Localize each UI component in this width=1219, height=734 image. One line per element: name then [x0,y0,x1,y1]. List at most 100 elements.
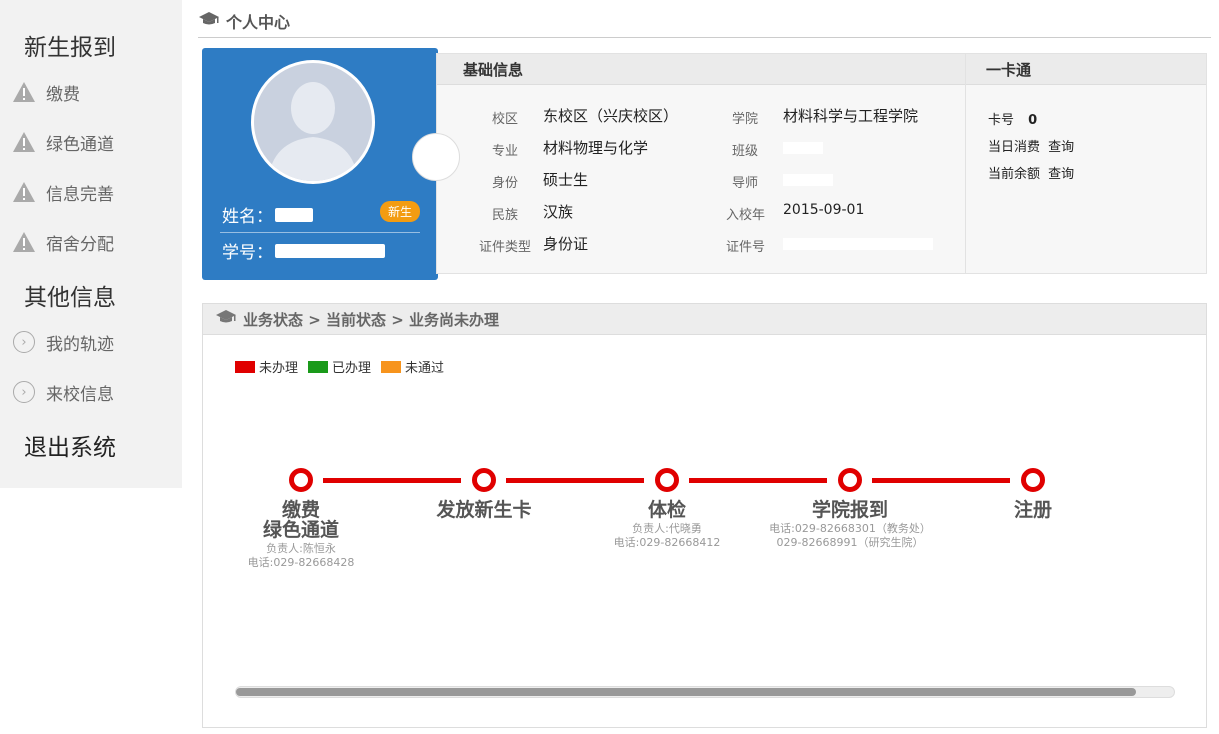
progress-line [323,478,461,483]
sidebar-group-other-title: 其他信息 [24,285,116,311]
chevron-circle-icon: › [12,330,36,354]
sidebar-item-info-complete[interactable]: 信息完善 [12,177,114,207]
sidebar-item-label: 宿舍分配 [46,234,114,255]
sidebar-item-dorm[interactable]: 宿舍分配 [12,227,114,257]
stage-college: 学院报到 电话:029-82668301（教务处） 029-82668991（研… [750,500,950,550]
stage-phone: 电话:029-82668428 [247,556,355,569]
divider [220,232,420,233]
daily-spend-label: 当日消费 [988,140,1041,155]
major-value: 材料物理与化学 [543,139,649,157]
enroll-value: 2015-09-01 [783,202,865,218]
legend-label: 已办理 [332,361,372,376]
stage-node-card[interactable] [472,468,496,492]
status-header: 业务状态 > 当前状态 > 业务尚未办理 [203,304,1206,335]
logout-link[interactable]: 退出系统 [24,428,116,462]
warning-icon [12,80,36,104]
warning-icon [12,230,36,254]
page-title: 个人中心 [226,12,291,32]
basic-info-panel: 基础信息 校区 东校区（兴庆校区） 学院 材料科学与工程学院 专业 材料物理与化… [436,53,966,274]
progress-line [872,478,1010,483]
idtype-value: 身份证 [543,235,589,253]
campus-value: 东校区（兴庆校区） [543,107,679,125]
identity-value: 硕士生 [543,171,589,189]
field-label: 入校年 [725,208,765,223]
stage-card: 发放新生卡 [414,500,554,520]
sidebar-item-green-channel[interactable]: 绿色通道 [12,127,114,157]
basic-info-title: 基础信息 [437,54,966,85]
stage-phone: 电话:029-82668412 [613,536,721,549]
sidebar-item-label: 我的轨迹 [46,334,114,355]
legend-item-failed: 未通过 [381,357,444,376]
avatar [251,60,375,184]
stage-title: 学院报到 [811,499,888,521]
sidebar-item-arrival[interactable]: › 来校信息 [12,377,114,407]
progress-line [506,478,644,483]
graduation-cap-icon [198,11,220,31]
balance-query-link[interactable]: 查询 [1048,167,1074,182]
progress-line [689,478,827,483]
balance-label: 当前余额 [988,167,1041,182]
field-label: 证件号 [725,240,765,255]
sidebar-item-label: 信息完善 [46,184,114,205]
daily-spend-query-link[interactable]: 查询 [1048,140,1074,155]
legend-item-pending: 未办理 [235,357,298,376]
warning-icon [12,180,36,204]
stage-phone: 029-82668991（研究生院） [776,536,924,549]
scrollbar-thumb[interactable] [236,688,1136,696]
stage-title: 缴费 [281,499,320,521]
stage-node-payment[interactable] [289,468,313,492]
stage-payment: 缴费 绿色通道 负责人:陈恒永 电话:029-82668428 [231,500,371,570]
class-redacted [783,142,823,154]
daily-spend-row: 当日消费 查询 [988,136,1074,155]
campus-card-title: 一卡通 [966,54,1206,85]
stage-node-health[interactable] [655,468,679,492]
stage-title: 注册 [1013,499,1052,521]
graduation-cap-icon [215,309,237,329]
id-label: 学号： [222,243,273,263]
sidebar-item-label: 缴费 [46,84,80,105]
horizontal-scrollbar[interactable] [235,686,1175,698]
field-label: 校区 [491,112,518,127]
legend-label: 未通过 [405,361,445,376]
field-label: 民族 [491,208,518,223]
legend-item-done: 已办理 [308,357,371,376]
campus-card-panel: 一卡通 卡号 0 当日消费 查询 当前余额 查询 [965,53,1207,274]
card-no-value: 0 [1028,113,1038,128]
sidebar-item-payment[interactable]: 缴费 [12,77,80,107]
college-value: 材料科学与工程学院 [783,107,919,125]
legend-swatch [235,360,255,373]
stage-title: 体检 [647,499,686,521]
legend-swatch [381,360,402,373]
id-redacted [275,243,385,258]
stage-phone: 电话:029-82668301（教务处） [769,522,931,535]
sidebar-item-track[interactable]: › 我的轨迹 [12,327,114,357]
stage-title: 发放新生卡 [436,499,532,521]
field-label: 学院 [731,112,758,127]
business-status-panel: 业务状态 > 当前状态 > 业务尚未办理 未办理 已办理 未通过 缴费 绿色通道… [202,303,1207,728]
legend-label: 未办理 [259,361,299,376]
chevron-circle-icon: › [12,380,36,404]
idno-redacted [783,238,933,250]
profile-name-row: 姓名： [222,202,313,227]
card-no-row: 卡号 0 [988,109,1037,128]
advisor-redacted [783,174,833,186]
warning-icon [12,130,36,154]
sidebar: 新生报到 缴费 绿色通道 信息完善 宿舍分配 其他信息 › 我的轨迹 › 来校信… [0,0,182,488]
card-no-label: 卡号 [988,113,1015,128]
stage-contact: 负责人:陈恒永 [266,542,336,555]
stage-register: 注册 [963,500,1103,520]
user-silhouette-icon [268,82,358,181]
name-redacted [275,207,313,222]
stage-title: 绿色通道 [262,519,339,541]
stage-node-register[interactable] [1021,468,1045,492]
profile-id-row: 学号： [222,238,385,263]
field-label: 证件类型 [478,240,531,255]
profile-card: 姓名： 新生 学号： [202,48,438,280]
field-label: 班级 [731,144,758,159]
name-label: 姓名： [222,207,273,227]
ethnicity-value: 汉族 [543,203,574,221]
page: 新生报到 缴费 绿色通道 信息完善 宿舍分配 其他信息 › 我的轨迹 › 来校信… [0,0,1219,734]
stage-node-college[interactable] [838,468,862,492]
status-breadcrumb: 业务状态 > 当前状态 > 业务尚未办理 [243,310,500,329]
status-legend: 未办理 已办理 未通过 [235,357,454,376]
